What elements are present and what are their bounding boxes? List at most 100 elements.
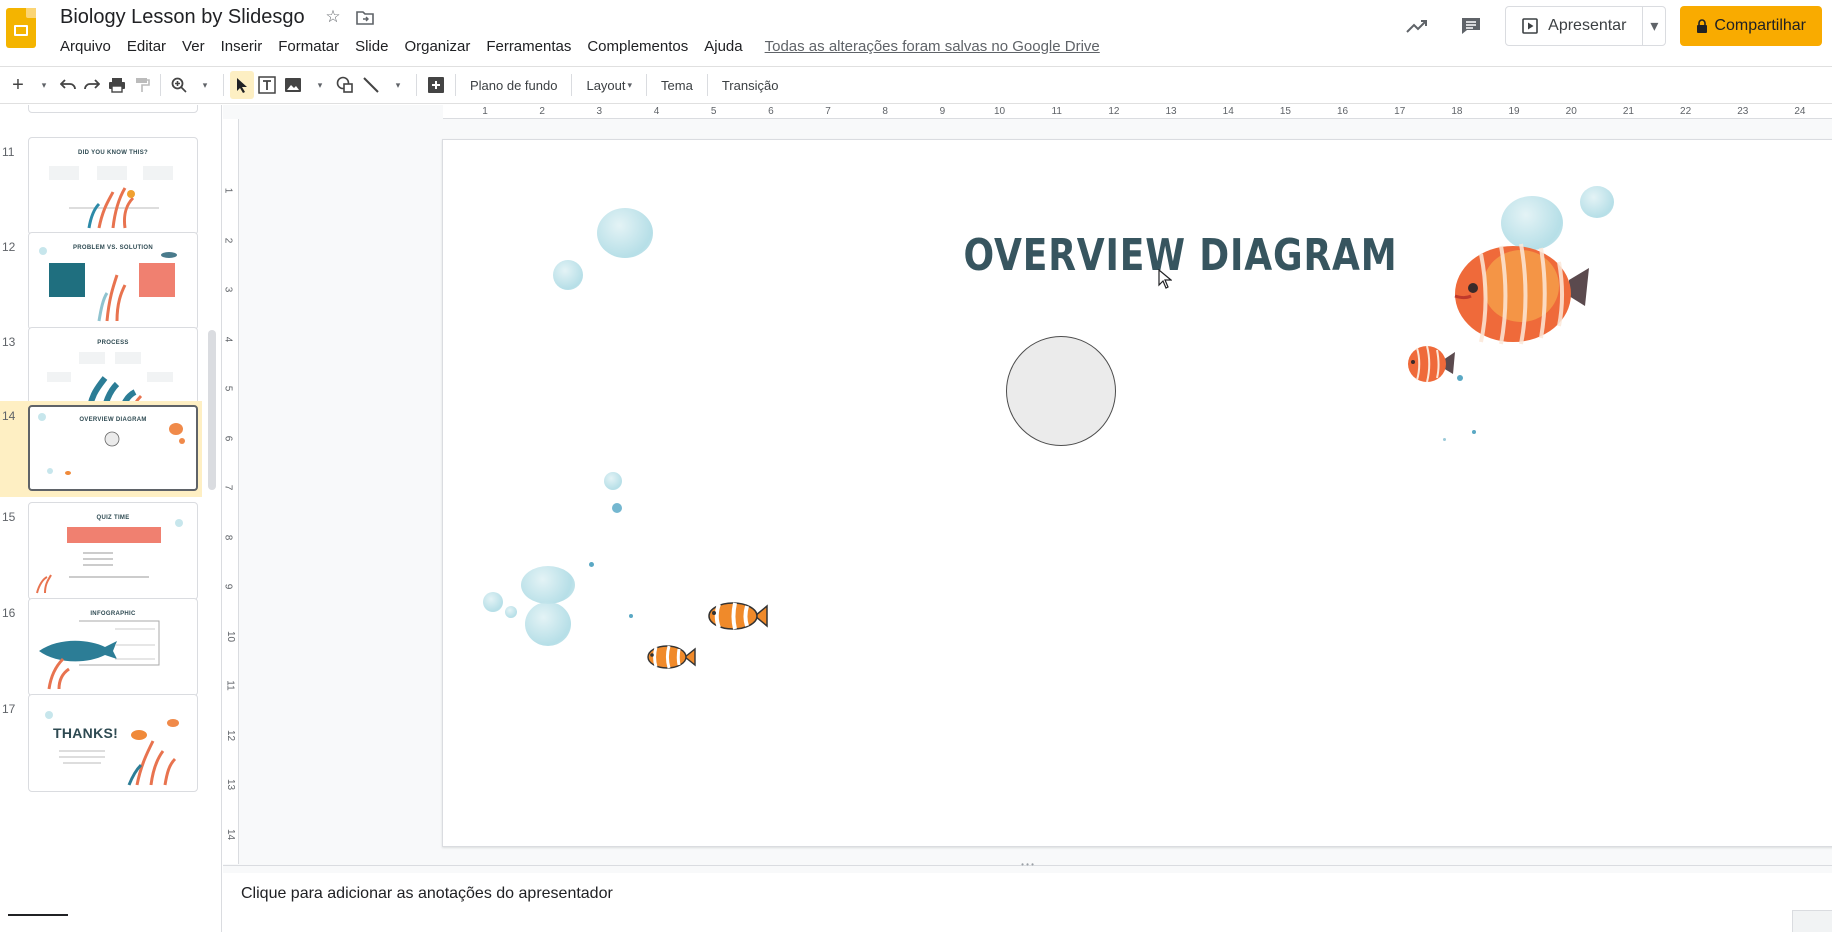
slide-canvas-area[interactable]: 1234567891011121314151617181920212223242…	[222, 105, 1832, 865]
slide-row-17[interactable]: 17 THANKS!	[0, 690, 202, 802]
paint-format-icon[interactable]	[130, 71, 154, 99]
present-button[interactable]: Apresentar	[1506, 7, 1644, 45]
add-comment-icon[interactable]	[423, 71, 449, 99]
speaker-notes-placeholder[interactable]: Clique para adicionar as anotações do ap…	[241, 885, 613, 903]
slide-thumbnail[interactable]: QUIZ TIME	[28, 502, 198, 600]
bubble-dot	[589, 562, 594, 567]
app-header: Biology Lesson by Slidesgo ☆ Arquivo Edi…	[0, 0, 1832, 62]
whale-illustration-icon	[39, 620, 160, 690]
speaker-notes-panel[interactable]: Clique para adicionar as anotações do ap…	[223, 873, 1832, 932]
bubble-decoration	[1580, 186, 1614, 218]
menu-ver[interactable]: Ver	[174, 36, 213, 57]
ruler-tick-label: 1	[222, 187, 234, 194]
menu-slide[interactable]: Slide	[347, 36, 396, 57]
ruler-tick-label: 6	[222, 435, 234, 441]
redo-icon[interactable]	[80, 71, 104, 99]
toolbar-divider	[706, 74, 708, 96]
notes-resize-handle[interactable]	[223, 865, 1832, 873]
move-folder-icon[interactable]	[354, 6, 376, 28]
ruler-tick-label: 17	[1394, 106, 1406, 117]
slide-filmstrip[interactable]: 11 DID YOU KNOW THIS? 12 PROBLEM VS. SOL…	[0, 105, 222, 932]
slide-number: 13	[2, 335, 16, 349]
select-tool-icon[interactable]	[230, 71, 254, 99]
bubble-decoration	[525, 602, 571, 646]
document-title[interactable]: Biology Lesson by Slidesgo	[60, 4, 305, 30]
explore-panel-toggle-icon[interactable]	[1792, 910, 1832, 932]
menu-arquivo[interactable]: Arquivo	[52, 36, 119, 57]
menu-ferramentas[interactable]: Ferramentas	[478, 36, 579, 57]
ruler-tick-label: 8	[882, 106, 888, 117]
print-icon[interactable]	[104, 71, 130, 99]
insert-image-icon[interactable]	[280, 71, 306, 99]
slide-number: 16	[2, 606, 16, 620]
shape-icon[interactable]	[332, 71, 358, 99]
toolbar-divider	[646, 74, 648, 96]
present-dropdown-arrow-icon[interactable]: ▾	[1643, 7, 1665, 45]
quiz-illustration-icon	[36, 519, 183, 594]
horizontal-ruler[interactable]: 1234567891011121314151617181920212223242…	[443, 105, 1832, 119]
ruler-tick-label: 12	[225, 729, 237, 741]
toolbar-divider	[571, 74, 573, 96]
menu-editar[interactable]: Editar	[119, 36, 174, 57]
ruler-tick-label: 20	[1565, 106, 1577, 117]
present-label: Apresentar	[1548, 17, 1627, 34]
new-slide-dropdown-icon[interactable]: ▾	[32, 71, 56, 99]
ruler-tick-label: 14	[225, 828, 237, 840]
ruler-tick-label: 3	[222, 286, 234, 293]
text-box-icon[interactable]	[254, 71, 280, 99]
menu-organizar[interactable]: Organizar	[396, 36, 478, 57]
zoom-dropdown-icon[interactable]: ▾	[193, 71, 217, 99]
activity-trend-icon[interactable]	[1397, 6, 1437, 46]
new-slide-plus-icon[interactable]: +	[6, 71, 30, 99]
zoom-icon[interactable]	[167, 71, 191, 99]
slide-title[interactable]: OVERVIEW DIAGRAM	[576, 230, 1786, 281]
line-dropdown-icon[interactable]: ▾	[386, 71, 410, 99]
slide-thumbnail[interactable]: THANKS!	[28, 694, 198, 792]
theme-button[interactable]: Tema	[653, 71, 701, 99]
ruler-tick-label: 5	[222, 385, 234, 392]
slide-thumbnail[interactable]: PROBLEM VS. SOLUTION	[28, 232, 198, 330]
layout-button[interactable]: Layout ▾	[578, 71, 640, 99]
transition-button[interactable]: Transição	[714, 71, 787, 99]
star-icon[interactable]: ☆	[322, 6, 344, 28]
ruler-tick-label: 22	[1680, 106, 1692, 117]
slide-thumbnail-partial[interactable]	[28, 105, 198, 113]
ruler-tick-label: 3	[596, 106, 603, 117]
image-dropdown-icon[interactable]: ▾	[308, 71, 332, 99]
filmstrip-scrollbar[interactable]	[208, 330, 216, 490]
slide-thumbnail[interactable]: DID YOU KNOW THIS?	[28, 137, 198, 235]
toolbar-divider	[223, 74, 224, 96]
bubble-dot	[1457, 375, 1463, 381]
line-icon[interactable]	[358, 71, 384, 99]
slides-logo-icon[interactable]	[6, 8, 36, 48]
ruler-tick-label: 6	[768, 106, 774, 117]
bubble-dot	[612, 503, 622, 513]
slide-thumbnail[interactable]: INFOGRAPHIC	[28, 598, 198, 696]
ruler-tick-label: 10	[225, 630, 237, 642]
clownfish-small-icon	[647, 645, 696, 669]
menu-ajuda[interactable]: Ajuda	[696, 36, 750, 57]
ruler-tick-label: 2	[539, 106, 545, 117]
slide-number: 11	[2, 145, 15, 159]
undo-icon[interactable]	[56, 71, 80, 99]
comments-icon[interactable]	[1451, 6, 1491, 46]
share-button[interactable]: Compartilhar	[1680, 6, 1822, 46]
slide-editor[interactable]: OVERVIEW DIAGRAM	[442, 139, 1832, 847]
vertical-ruler[interactable]: 1 2 3 4 5 6 7 8 9 10 11 12 13 14	[222, 119, 239, 864]
slide-number: 15	[2, 510, 16, 524]
menu-formatar[interactable]: Formatar	[270, 36, 347, 57]
slide-number: 17	[2, 702, 16, 716]
background-button[interactable]: Plano de fundo	[462, 71, 565, 99]
slide-number: 14	[2, 409, 16, 423]
ruler-tick-label: 14	[1222, 106, 1234, 117]
ruler-tick-label: 16	[1336, 106, 1349, 117]
menu-inserir[interactable]: Inserir	[213, 36, 271, 57]
menu-complementos[interactable]: Complementos	[579, 36, 696, 57]
diagram-circle[interactable]	[1006, 336, 1116, 446]
slide-thumbnail-active[interactable]: OVERVIEW DIAGRAM	[28, 405, 198, 491]
bubble-decoration	[505, 606, 517, 618]
save-status-link[interactable]: Todas as alterações foram salvas no Goog…	[765, 38, 1100, 55]
slide-row-14[interactable]: 14 OVERVIEW DIAGRAM	[0, 401, 202, 497]
small-fish-icon	[1408, 345, 1455, 383]
ruler-tick-label: 19	[1508, 106, 1520, 117]
